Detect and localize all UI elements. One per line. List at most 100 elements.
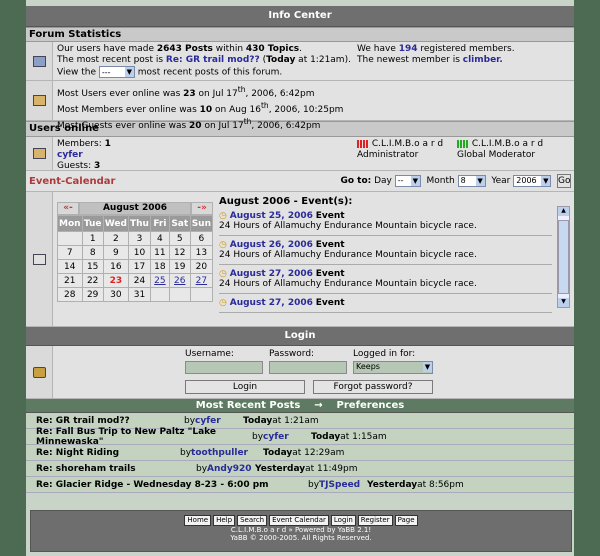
day-label: Day: [374, 176, 392, 186]
recent-post-day: Yesterday: [255, 463, 306, 474]
recent-post-title[interactable]: Re: Night Riding: [36, 448, 180, 458]
day-select[interactable]: -- ▼: [394, 175, 421, 187]
key-icon: [32, 366, 46, 378]
recent-posts-header: Most Recent Posts → Preferences: [26, 399, 574, 413]
gmod-color-icon: [457, 139, 469, 148]
users-online-icon-cell: [26, 137, 53, 170]
scroll-up-icon[interactable]: ▲: [558, 207, 569, 216]
day-select-value: --: [397, 176, 404, 185]
event-description: 24 Hours of Allamuchy Endurance Mountain…: [219, 250, 477, 260]
guests-online-line: Guests: 3: [57, 161, 357, 172]
calendar-day[interactable]: 25: [149, 273, 170, 288]
legend-admin-name-line: C.L.I.M.B.o a r d: [357, 139, 457, 150]
calendar-day: 23: [102, 273, 129, 288]
password-input[interactable]: [269, 361, 347, 374]
members-count-link[interactable]: 194: [399, 44, 418, 54]
event-date-link[interactable]: August 25, 2006: [230, 211, 313, 221]
calendar-day: 10: [127, 245, 151, 260]
chevron-down-icon: ▼: [423, 362, 432, 372]
record-guests-count: 20: [189, 121, 202, 131]
posts-count: 2643 Posts: [156, 44, 213, 54]
recent-post-user[interactable]: cyfer: [195, 416, 243, 426]
event-line: ◷ August 27, 2006 Event: [219, 269, 552, 279]
recent-post-user[interactable]: cyfer: [263, 432, 311, 442]
calendar-day: 14: [57, 259, 83, 274]
stats-icon: [32, 55, 46, 67]
stats-icon-cell: [26, 42, 53, 80]
recent-post-row: Re: Glacier Ridge - Wednesday 8-23 - 6:0…: [26, 477, 574, 493]
forgot-password-button[interactable]: Forgot password?: [313, 380, 433, 394]
calendar-week: 28 29 30 31: [57, 287, 214, 302]
recent-post-day: Today: [263, 447, 293, 458]
footer-button-home[interactable]: Home: [184, 515, 212, 526]
events-list: ◷ August 25, 2006 Event 24 Hours of Allam…: [219, 207, 572, 313]
recent-post-day: Yesterday: [367, 479, 418, 490]
recent-post-by: by: [196, 463, 208, 474]
footer-button-event-calendar[interactable]: Event Calendar: [269, 515, 329, 526]
recent-post-title[interactable]: Re: Glacier Ridge - Wednesday 8-23 - 6:0…: [36, 480, 308, 490]
calendar-row: «- August 2006 -» Mon Tue Wed Thu Fri Sat Sun …: [26, 192, 574, 327]
calendar-day: 4: [149, 231, 170, 246]
go-button[interactable]: Go: [557, 174, 571, 188]
event-item: ◷ August 26, 2006 Event 24 Hours of Allam…: [219, 240, 552, 265]
newest-member-link[interactable]: climber.: [463, 55, 503, 65]
calendar-day[interactable]: 27: [189, 273, 214, 288]
members-online-count: 1: [104, 139, 111, 149]
login-form: Username: Password: Logged in for: Keeps…: [53, 346, 574, 398]
recent-post-title[interactable]: Re: GR trail mod??: [36, 416, 184, 426]
stats-text: The newest member is: [357, 55, 463, 65]
calendar-day: 13: [189, 245, 214, 260]
scroll-down-icon[interactable]: ▼: [558, 298, 569, 307]
scrollbar-thumb[interactable]: [558, 220, 569, 294]
stats-text: within: [212, 44, 246, 54]
recent-post-user[interactable]: TJSpeed: [319, 480, 367, 490]
calendar-month-title: August 2006: [79, 202, 191, 215]
recent-post-row: Re: Night Riding by toothpuller Today at 1…: [26, 445, 574, 461]
recent-post-title[interactable]: Re: shoreham trails: [36, 464, 196, 474]
footer-button-register[interactable]: Register: [357, 515, 393, 526]
year-select[interactable]: 2006 ▼: [513, 175, 552, 187]
stats-text: The most recent post is: [57, 55, 166, 65]
info-center-title: Info Center: [26, 6, 574, 27]
year-select-value: 2006: [516, 176, 537, 185]
username-input[interactable]: [185, 361, 263, 374]
preferences-link[interactable]: Preferences: [337, 400, 405, 411]
events-scrollbar[interactable]: ▲ ▼: [557, 206, 570, 308]
event-line: ◷ August 25, 2006 Event: [219, 211, 552, 221]
event-date-link[interactable]: August 26, 2006: [230, 240, 313, 250]
record-members-line: Most Members ever online was 10 on Aug 1…: [57, 100, 570, 116]
recent-posts-select[interactable]: --- ▼: [98, 66, 135, 78]
weekday-header: Fri: [149, 215, 170, 232]
goto-label: Go to:: [340, 176, 372, 186]
calendar-day[interactable]: 26: [168, 273, 191, 288]
arrow-icon: →: [314, 400, 323, 411]
footer-button-help[interactable]: Help: [213, 515, 236, 526]
footer-button-page[interactable]: Page: [394, 515, 418, 526]
footer-button-login[interactable]: Login: [330, 515, 356, 526]
recent-post-user[interactable]: toothpuller: [191, 448, 263, 458]
footer-button-search[interactable]: Search: [237, 515, 268, 526]
next-month-button[interactable]: -»: [191, 202, 213, 215]
logged-in-for-label: Logged in for:: [353, 349, 416, 359]
event-date-link[interactable]: August 27, 2006: [230, 269, 313, 279]
legend-admin-role: Administrator: [357, 150, 419, 160]
events-panel: August 2006 - Event(s): ◷ August 25, 200…: [213, 192, 574, 326]
online-user-link[interactable]: cyfer: [57, 150, 83, 160]
logged-in-select[interactable]: Keeps ▼: [353, 361, 433, 374]
recent-post-title[interactable]: Re: Fall Bus Trip to New Paltz "Lake Min…: [36, 427, 252, 447]
event-date-link[interactable]: August 27, 2006: [230, 298, 313, 308]
event-type: Event: [315, 269, 345, 279]
password-label: Password:: [269, 349, 315, 359]
members-online-line: Members: 1: [57, 139, 357, 150]
recent-post-link[interactable]: Re: GR trail mod??: [166, 55, 260, 65]
event-line: ◷ August 27, 2006 Event: [219, 298, 552, 308]
login-button[interactable]: Login: [185, 380, 305, 394]
footer: Home Help Search Event Calendar Login Registe…: [30, 510, 572, 552]
calendar-day: [57, 231, 83, 246]
prev-month-button[interactable]: «-: [57, 202, 79, 215]
recent-post-user[interactable]: Andy920: [207, 464, 255, 474]
calendar-day: 19: [168, 259, 191, 274]
month-select[interactable]: 8 ▼: [457, 175, 486, 187]
recent-post-by: by: [184, 415, 196, 426]
recent-post-day: Today: [311, 431, 341, 442]
